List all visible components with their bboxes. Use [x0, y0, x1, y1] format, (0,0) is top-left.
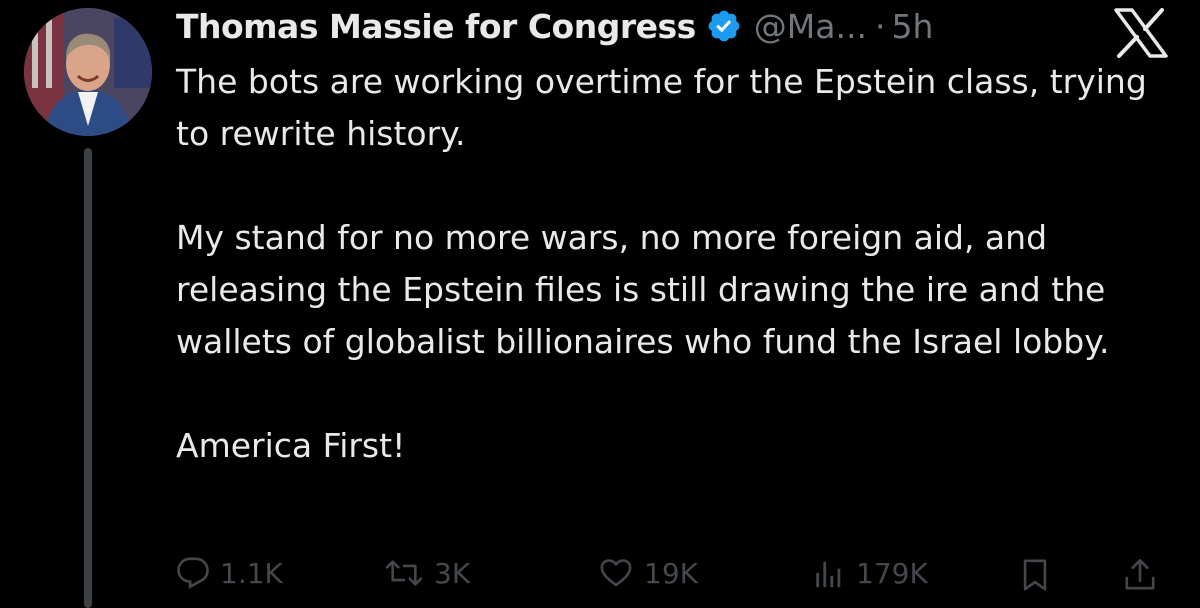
tweet-paragraph: My stand for no more wars, no more forei…: [176, 218, 1110, 361]
repost-count: 3K: [434, 556, 471, 590]
thread-connector-line: [84, 148, 92, 608]
share-upload-icon: [1125, 559, 1155, 590]
tweet-timestamp[interactable]: 5h: [891, 7, 933, 46]
comment-bubble-icon: [177, 557, 209, 589]
avatar-photo: [24, 8, 152, 136]
like-count: 19K: [644, 556, 698, 590]
meta-separator: ·: [874, 6, 886, 46]
reply-count: 1.1K: [220, 556, 283, 590]
bookmark-button[interactable]: [1018, 556, 1052, 594]
tweet-paragraph: The bots are working overtime for the Ep…: [176, 62, 1147, 153]
like-button[interactable]: 19K: [598, 556, 698, 590]
tweet-paragraph: America First!: [176, 426, 406, 465]
repost-arrows-icon: [385, 560, 423, 586]
views-button[interactable]: 179K: [812, 556, 928, 590]
tweet-text: The bots are working overtime for the Ep…: [176, 56, 1186, 472]
view-count: 179K: [856, 556, 928, 590]
author-avatar[interactable]: [24, 8, 152, 136]
reply-button[interactable]: 1.1K: [176, 556, 283, 590]
repost-button[interactable]: 3K: [384, 556, 470, 590]
tweet-action-bar: 1.1K 3K 19K 179K: [176, 556, 1186, 604]
author-display-name[interactable]: Thomas Massie for Congress: [176, 7, 696, 46]
tweet-header: Thomas Massie for Congress @Ma... · 5h: [176, 2, 933, 50]
heart-icon: [600, 559, 632, 587]
bar-chart-icon: [816, 561, 841, 588]
bookmark-icon: [1023, 559, 1047, 591]
share-button[interactable]: [1122, 556, 1158, 594]
verified-badge-icon: [706, 8, 742, 44]
x-logo-icon: [1112, 8, 1170, 58]
author-handle[interactable]: @Ma...: [754, 7, 867, 46]
